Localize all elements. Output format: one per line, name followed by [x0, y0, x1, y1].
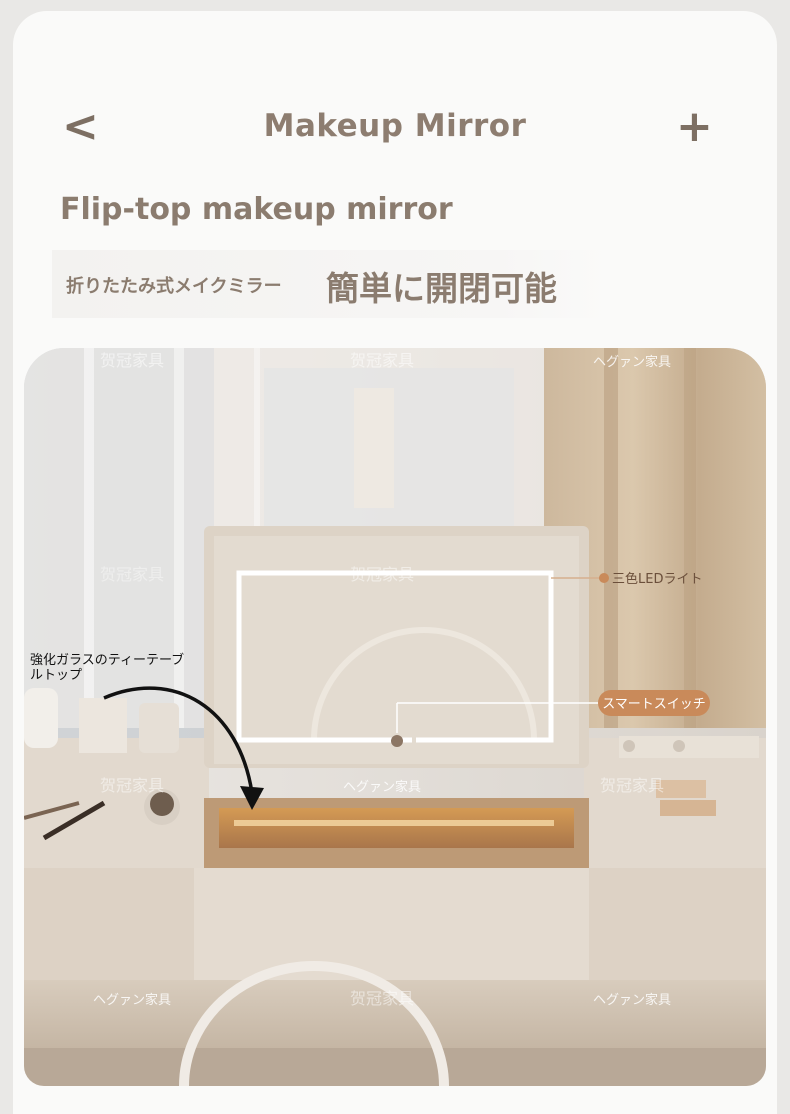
touch-switch-icon	[391, 735, 403, 747]
watermark: 贺冠家具	[100, 776, 164, 795]
watermark: 贺冠家具	[100, 351, 164, 370]
bottle-icon	[24, 688, 58, 748]
watermark: ヘグァン家具	[593, 992, 671, 1008]
watermark: 贺冠家具	[350, 565, 414, 584]
tagline-small-text: 折りたたみ式メイクミラー	[66, 276, 282, 297]
watermark: ヘグァン家具	[93, 992, 171, 1008]
drawer-front	[194, 868, 589, 980]
led-light-label: 三色LEDライト	[612, 571, 702, 587]
page-title: Makeup Mirror	[263, 108, 527, 144]
watermark: ヘグァン家具	[593, 354, 671, 370]
back-button[interactable]: <	[62, 102, 99, 152]
smart-switch-label: スマートスイッチ	[602, 697, 706, 712]
product-photo: 強化ガラスのティーテーブ ルトップ 三色LEDライト スマートスイッチ 贺冠家具…	[24, 348, 766, 1086]
add-button[interactable]: +	[676, 102, 713, 152]
watermark: 贺冠家具	[600, 776, 664, 795]
watermark: 贺冠家具	[100, 565, 164, 584]
glass-top-label-line1: 強化ガラスのティーテーブ	[30, 652, 184, 668]
section-subtitle: Flip-top makeup mirror	[60, 192, 453, 227]
left-cabinet-top	[24, 738, 209, 868]
led-pointer-dot	[599, 573, 609, 583]
glass-top-label-line2: ルトップ	[30, 668, 82, 683]
watermark: 贺冠家具	[350, 351, 414, 370]
tagline-big-text: 簡単に開閉可能	[326, 269, 557, 308]
lit-tray	[219, 808, 574, 848]
watermark: ヘグァン家具	[343, 779, 421, 795]
watermark: 贺冠家具	[350, 989, 414, 1008]
